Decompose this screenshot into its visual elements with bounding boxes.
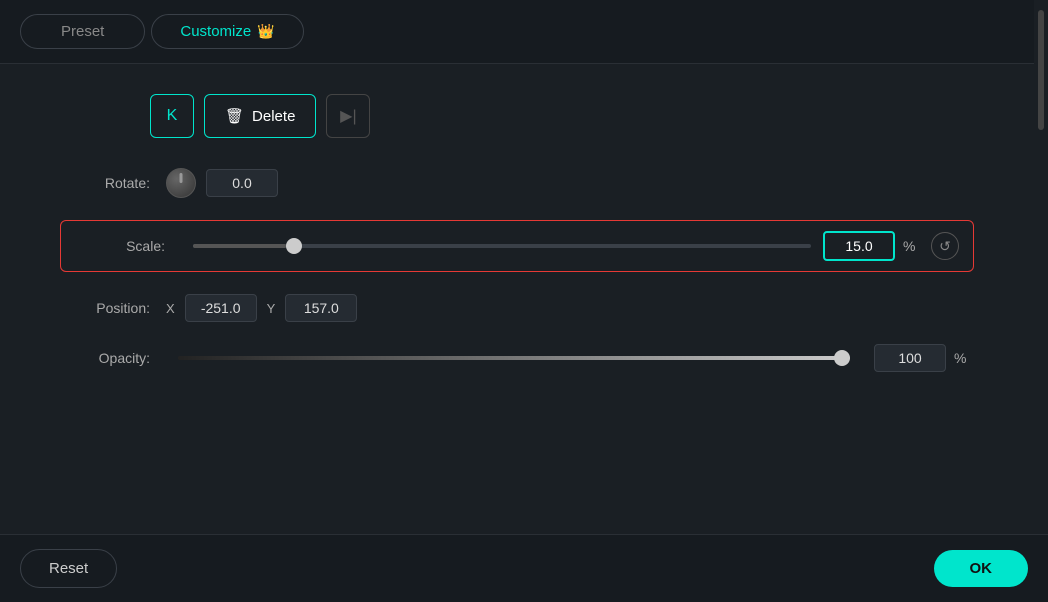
scale-value[interactable]: [823, 231, 895, 261]
rotate-row: Rotate:: [60, 168, 974, 198]
main-content: K 🗑 Delete ▶| Rotate: Scale: % ↺ Positio…: [0, 64, 1048, 424]
scale-slider-thumb[interactable]: [286, 238, 302, 254]
crown-icon: 👑: [257, 23, 274, 40]
y-axis-label: Y: [267, 301, 276, 316]
position-y-value[interactable]: [285, 294, 357, 322]
opacity-slider-track: [178, 356, 850, 360]
scrollbar-thumb: [1038, 10, 1044, 130]
position-x-value[interactable]: [185, 294, 257, 322]
position-xy-group: X Y: [166, 294, 357, 322]
bottom-bar: Reset OK: [0, 534, 1048, 602]
top-bar: Preset Customize 👑: [0, 0, 1048, 64]
opacity-percent-label: %: [954, 350, 974, 366]
tab-customize[interactable]: Customize 👑: [151, 14, 303, 49]
scale-row: Scale: % ↺: [60, 220, 974, 272]
scale-slider-container: [193, 244, 811, 248]
rotate-knob[interactable]: [166, 168, 196, 198]
delete-label: Delete: [252, 108, 295, 125]
scale-percent-label: %: [903, 238, 923, 254]
opacity-slider-thumb[interactable]: [834, 350, 850, 366]
opacity-row: Opacity: %: [60, 344, 974, 372]
action-buttons: K 🗑 Delete ▶|: [150, 94, 974, 138]
ok-button[interactable]: OK: [934, 550, 1029, 587]
scale-slider-track: [193, 244, 811, 248]
scrollbar[interactable]: [1034, 0, 1048, 602]
delete-button[interactable]: 🗑 Delete: [204, 94, 316, 138]
x-axis-label: X: [166, 301, 175, 316]
tab-preset[interactable]: Preset: [20, 14, 145, 49]
delete-icon: 🗑: [225, 107, 244, 125]
rotate-label: Rotate:: [60, 175, 150, 191]
scale-reset-button[interactable]: ↺: [931, 232, 959, 260]
opacity-value[interactable]: [874, 344, 946, 372]
position-label: Position:: [60, 300, 150, 316]
next-icon: ▶|: [340, 106, 356, 126]
next-button[interactable]: ▶|: [326, 94, 370, 138]
scale-slider-fill: [193, 244, 286, 248]
k-button[interactable]: K: [150, 94, 194, 138]
reset-icon: ↺: [939, 238, 951, 255]
position-row: Position: X Y: [60, 294, 974, 322]
customize-label: Customize: [180, 23, 251, 40]
rotate-value[interactable]: [206, 169, 278, 197]
reset-button[interactable]: Reset: [20, 549, 117, 588]
opacity-label: Opacity:: [60, 350, 150, 366]
scale-label: Scale:: [75, 238, 165, 254]
opacity-slider-container: [178, 356, 850, 360]
